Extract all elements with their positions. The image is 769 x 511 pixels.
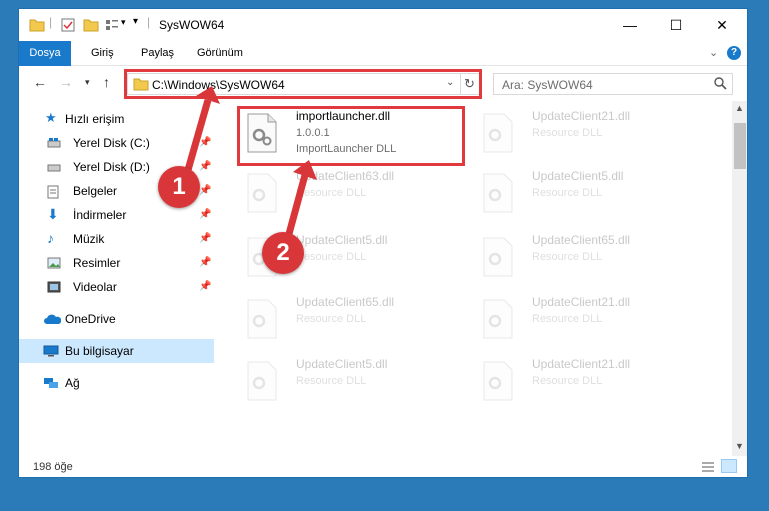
annotation-overlay [184,86,317,246]
step-badge-1: 1 [158,166,200,208]
step-badge-2: 2 [262,232,304,274]
